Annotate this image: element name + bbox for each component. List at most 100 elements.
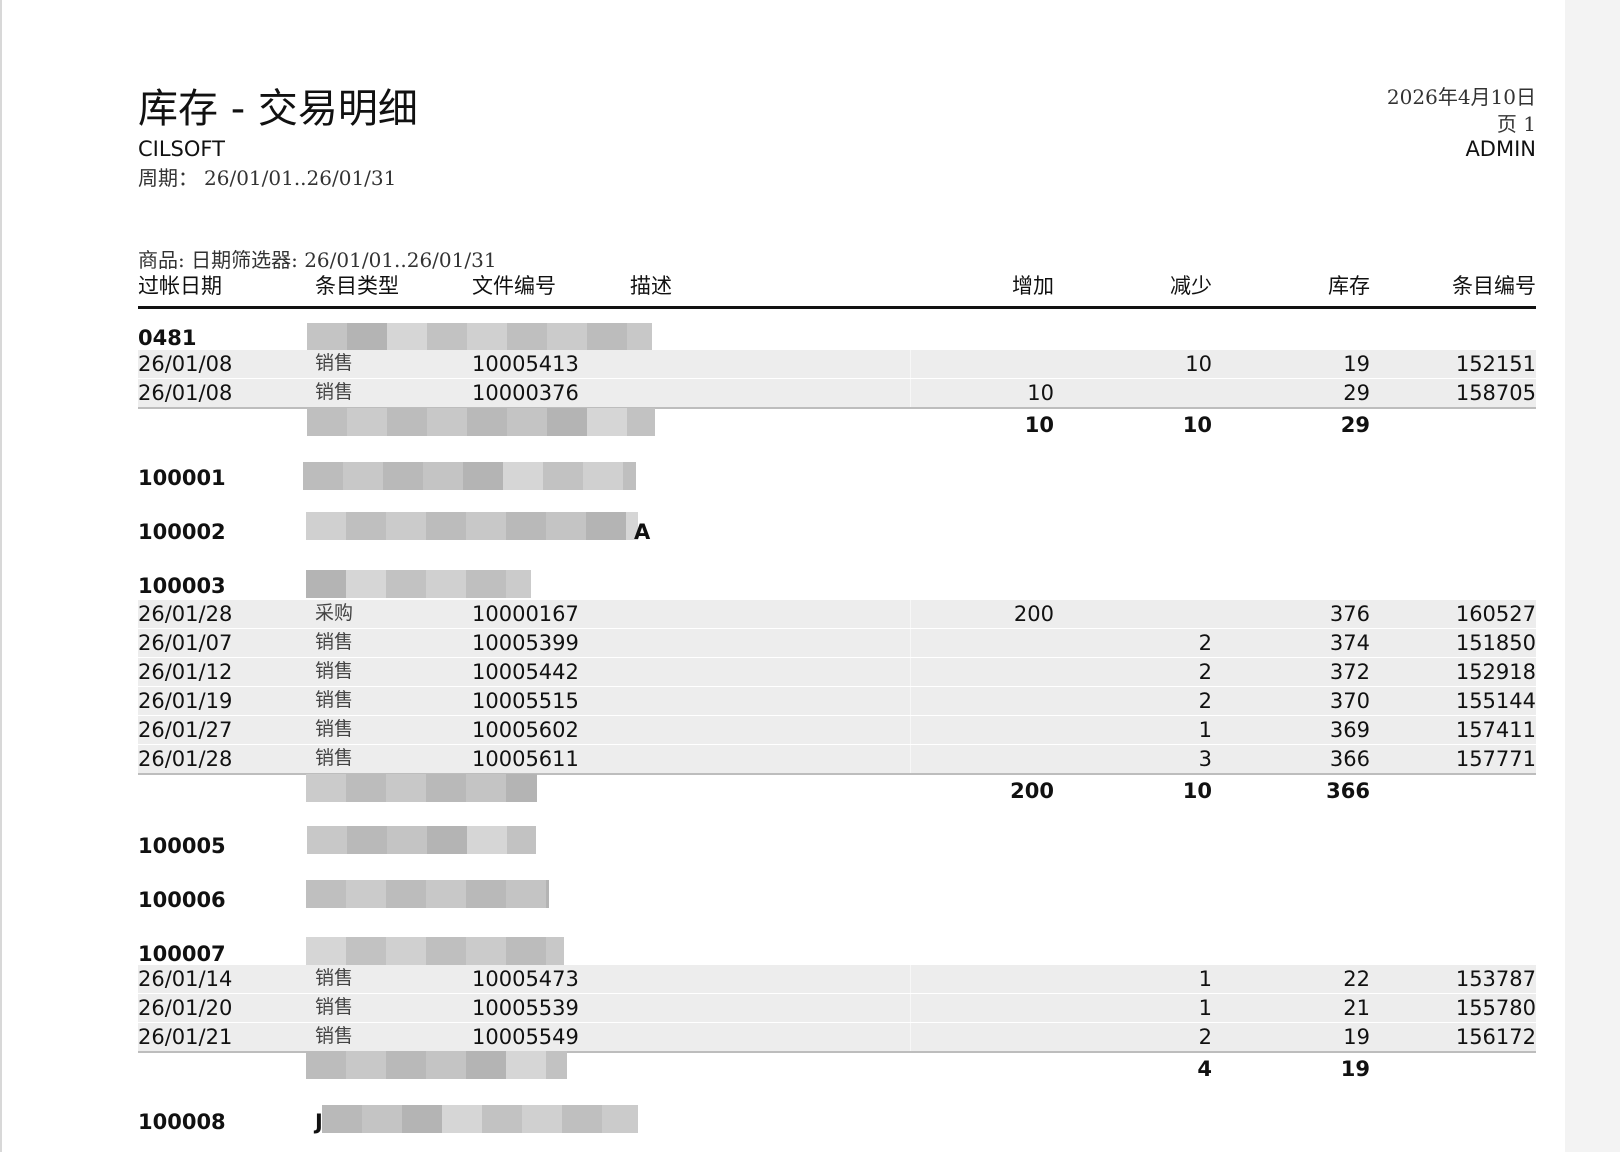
redaction-block (627, 408, 655, 436)
inventory: 21 (1343, 996, 1370, 1020)
entry-no: 157411 (1455, 718, 1536, 742)
total-decrease: 10 (1182, 413, 1212, 437)
group-item-code: 100008 (138, 1110, 226, 1134)
redaction-block (346, 570, 386, 598)
redaction-block (507, 323, 547, 351)
redaction-block (426, 880, 466, 908)
redacted-description (307, 323, 652, 351)
col-decrease: 减少 (1170, 274, 1212, 298)
redaction-block (387, 408, 427, 436)
total-inventory: 366 (1326, 779, 1370, 803)
table-row: 26/01/12 销售 10005442 2 372 152918 (138, 658, 1536, 686)
inventory: 376 (1329, 602, 1370, 626)
redaction-block (387, 323, 427, 351)
entry-type: 销售 (315, 747, 354, 769)
redaction-block (587, 408, 627, 436)
redaction-block (583, 462, 623, 490)
table-row: 26/01/07 销售 10005399 2 374 151850 (138, 629, 1536, 657)
table-row: 26/01/21 销售 10005549 2 19 156172 (138, 1023, 1536, 1051)
redaction-block (467, 323, 507, 351)
company-name: CILSOFT (138, 137, 225, 161)
col-entry-no: 条目编号 (1452, 274, 1536, 298)
group-item-code: 100005 (138, 834, 226, 858)
row-divider (910, 994, 911, 1022)
posting-date: 26/01/14 (138, 967, 233, 991)
redaction-block (346, 937, 386, 965)
entry-no: 152151 (1455, 352, 1536, 376)
redaction-block (306, 937, 346, 965)
entry-no: 155144 (1455, 689, 1536, 713)
increase: 200 (1013, 602, 1054, 626)
group-item-code: 100001 (138, 466, 226, 490)
posting-date: 26/01/21 (138, 1025, 233, 1049)
entry-type: 销售 (315, 381, 354, 403)
redaction-block (426, 937, 466, 965)
redaction-block (386, 937, 426, 965)
entry-type: 销售 (315, 718, 354, 740)
table-row: 26/01/28 采购 10000167 200 376 160527 (138, 600, 1536, 628)
period-value: 26/01/01..26/01/31 (204, 166, 397, 190)
redaction-block (466, 880, 506, 908)
redaction-block (587, 323, 627, 351)
total-decrease: 4 (1197, 1057, 1212, 1081)
period: 周期： 26/01/01..26/01/31 (138, 162, 402, 191)
redacted-description (307, 826, 536, 854)
redacted-description (307, 408, 655, 436)
redacted-description (306, 774, 537, 802)
decrease: 2 (1198, 631, 1212, 655)
document-no: 10005473 (472, 967, 579, 991)
group-item-code: 100006 (138, 888, 226, 912)
redaction-block (543, 462, 583, 490)
redaction-block (402, 1105, 442, 1133)
page-number: 页 1 (1496, 112, 1536, 136)
redaction-block (386, 570, 426, 598)
row-divider (910, 600, 911, 628)
entry-no: 155780 (1455, 996, 1536, 1020)
redaction-block (306, 880, 346, 908)
redaction-block (322, 1105, 362, 1133)
redaction-block (343, 462, 383, 490)
document-no: 10005602 (472, 718, 579, 742)
document-no: 10000376 (472, 381, 579, 405)
inventory: 366 (1329, 747, 1370, 771)
table-row: 26/01/28 销售 10005611 3 366 157771 (138, 745, 1536, 773)
redaction-block (347, 408, 387, 436)
group-item-code: 100007 (138, 942, 226, 966)
document-no: 10005413 (472, 352, 579, 376)
document-no: 10005515 (472, 689, 579, 713)
redaction-block (482, 1105, 522, 1133)
redaction-block (386, 512, 426, 540)
redaction-block (362, 1105, 402, 1133)
entry-type: 销售 (315, 352, 354, 374)
redaction-block (506, 880, 546, 908)
document-no: 10000167 (472, 602, 579, 626)
redaction-block (427, 323, 467, 351)
redaction-block (463, 462, 503, 490)
posting-date: 26/01/28 (138, 602, 233, 626)
inventory: 19 (1343, 1025, 1370, 1049)
total-increase: 10 (1024, 413, 1054, 437)
document-no: 10005539 (472, 996, 579, 1020)
redaction-block (586, 512, 626, 540)
redaction-block (503, 462, 543, 490)
redaction-block (426, 570, 466, 598)
inventory: 370 (1329, 689, 1370, 713)
col-posting-date: 过帐日期 (138, 274, 222, 298)
col-document-no: 文件编号 (472, 274, 556, 298)
entry-type: 销售 (315, 996, 354, 1018)
redaction-block (386, 1051, 426, 1079)
total-inventory: 19 (1340, 1057, 1370, 1081)
redaction-block (347, 826, 387, 854)
col-entry-type: 条目类型 (315, 274, 399, 298)
redaction-block (386, 774, 426, 802)
redaction-block (547, 408, 587, 436)
table-row: 26/01/08 销售 10005413 10 19 152151 (138, 350, 1536, 378)
posting-date: 26/01/12 (138, 660, 233, 684)
redaction-block (347, 323, 387, 351)
redaction-block (506, 1051, 546, 1079)
redaction-block (602, 1105, 638, 1133)
redaction-block (627, 323, 652, 351)
redacted-description (306, 937, 564, 965)
redaction-block (306, 774, 346, 802)
redaction-block (383, 462, 423, 490)
